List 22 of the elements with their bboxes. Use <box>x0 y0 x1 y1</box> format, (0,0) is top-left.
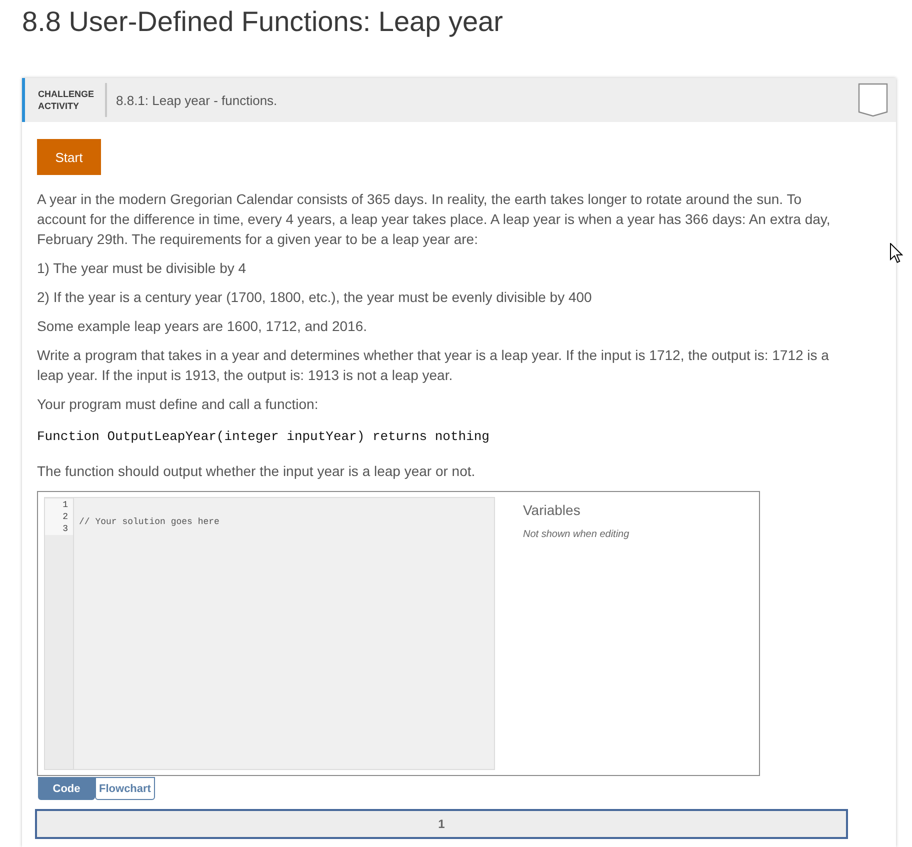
line-number: 3 <box>45 523 73 535</box>
instruction-text: Write a program that takes in a year and determines whether that year is a leap year. If the input is 1712, the output is: 1712 is a leap year. If the input is 1913, the output is: 1913 is not a leap year. <box>37 346 830 385</box>
function-signature: Function OutputLeapYear(integer inputYear) returns nothing <box>37 428 490 446</box>
line-number: 1 <box>45 499 73 511</box>
editor-tab[interactable]: Flowchart <box>95 777 155 800</box>
editor-tab[interactable]: Code <box>38 777 95 800</box>
start-button[interactable]: Start <box>37 139 101 175</box>
code-editor[interactable]: 1 2 3 // Your solution goes here <box>44 497 495 770</box>
page-title: 8.8 User-Defined Functions: Leap year <box>22 5 503 39</box>
instruction-text: 1) The year must be divisible by 4 <box>37 259 246 278</box>
line-number: 2 <box>45 511 73 523</box>
variables-note: Not shown when editing <box>523 528 630 542</box>
variables-heading: Variables <box>523 501 580 520</box>
activity-type-label: CHALLENGE ACTIVITY <box>38 88 94 112</box>
activity-title: 8.8.1: Leap year - functions. <box>116 92 278 108</box>
instruction-text: The function should output whether the input year is a leap year or not. <box>37 462 476 481</box>
instruction-text: 2) If the year is a century year (1700, 1800, etc.), the year must be evenly divisible by 400 <box>37 288 592 307</box>
instruction-text: Some example leap years are 1600, 1712, and 2016. <box>37 317 368 336</box>
code-comment: // Your solution goes here <box>79 517 220 527</box>
instruction-text: Your program must define and call a function: <box>37 395 318 414</box>
instruction-text: A year in the modern Gregorian Calendar consists of 365 days. In reality, the earth takes longer to rotate around the sun. To account for the difference in time, every 4 years, a leap year takes place. A leap year is when a year has 366 days: An extra day, February 29th. The requirements for a given year to be a leap year are: <box>37 190 832 249</box>
level-button[interactable]: 1 <box>35 809 848 839</box>
